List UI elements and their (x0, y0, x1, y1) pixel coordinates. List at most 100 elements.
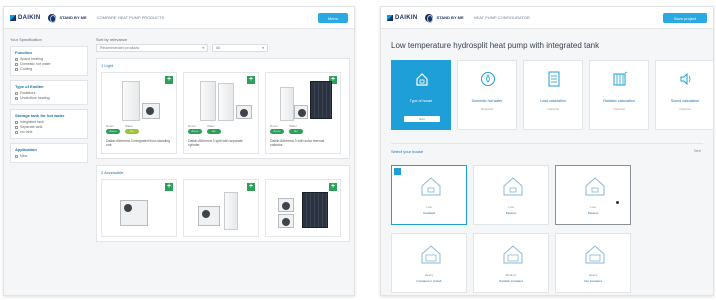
house-option-sub: Partially insulated (499, 279, 523, 283)
house-option-label: Medium (505, 273, 517, 277)
house-option[interactable]: Heavy Insulated or prefab (391, 233, 467, 293)
house-option-label: Heavy (424, 273, 434, 277)
product-card[interactable]: + Room A+++ Water A+ Daikin Altherma 3 spl… (183, 72, 259, 154)
next-link[interactable]: Next (694, 149, 701, 153)
view-value: All (216, 46, 220, 50)
house-option[interactable]: Low Insulated (391, 165, 467, 225)
checkbox[interactable] (15, 92, 18, 95)
house-option-label: Low (590, 205, 596, 209)
house-option-sub: Insulated (422, 211, 436, 215)
product-card[interactable]: + (101, 179, 177, 237)
checkbox[interactable] (15, 131, 18, 134)
filter-application: Application New (10, 143, 88, 163)
house-icon (421, 177, 441, 196)
step-sound-calculation[interactable]: Sound calculation Optional (655, 60, 713, 130)
product-description: Daikin Altherma 3 integrated floor-stand… (106, 139, 171, 148)
season-label: Water (289, 124, 297, 128)
house-option[interactable]: Low Passive (473, 165, 549, 225)
step-label: Sound calculation (670, 99, 700, 103)
house-option[interactable]: Medium Partially insulated (473, 233, 549, 293)
filter-heading[interactable]: Type of Emitter (15, 84, 83, 89)
filter-heading[interactable]: Function (15, 50, 83, 55)
step-load-calculation[interactable]: Load calculation Optional (523, 60, 583, 130)
house-icon (416, 73, 428, 86)
filter-emitter: Type of Emitter Radiators Underfloor hea… (10, 80, 88, 105)
product-image (108, 192, 172, 232)
selected-check-icon (394, 168, 401, 175)
filter-option[interactable]: No tank (15, 130, 83, 135)
house-option[interactable]: Low Passive (555, 165, 631, 225)
energy-rating-badge: A+++ (188, 129, 202, 134)
product-group: 1 Light + Room A+++ Water A+ Daikin Alther… (96, 58, 350, 159)
product-description: Daikin Altherma 3 with solar thermal col… (270, 139, 325, 148)
daikin-logo[interactable]: DAIKIN (387, 14, 418, 21)
mouse-cursor-icon (616, 201, 619, 204)
step-type-of-house[interactable]: Type of house Edit (391, 60, 451, 130)
checkbox[interactable] (15, 58, 18, 61)
checkbox[interactable] (15, 97, 18, 100)
house-type-options: Low Insulated Low Passive Low Passive He… (391, 165, 711, 293)
filter-storage-tank: Storage tank for hot water Integrated ta… (10, 109, 88, 139)
divider (391, 143, 703, 144)
tool-name: STAND BY ME (436, 15, 464, 20)
product-card[interactable]: + (183, 179, 259, 237)
tool-name: STAND BY ME (59, 15, 87, 20)
season-label: Water (125, 124, 133, 128)
step-status: Required (480, 107, 494, 111)
house-option[interactable]: Heavy Not insulated (555, 233, 631, 293)
product-card[interactable]: + (265, 179, 341, 237)
season-label: Water (207, 124, 215, 128)
calculator-icon (548, 71, 560, 87)
rating-label: Room (106, 124, 115, 128)
daikin-logo[interactable]: DAIKIN (10, 14, 41, 21)
checkbox[interactable] (15, 63, 18, 66)
energy-rating-badge: A+ (207, 129, 221, 134)
top-bar: DAIKIN STAND BY ME HEAT PUMP CONFIGURATO… (381, 7, 713, 29)
product-image (190, 81, 254, 121)
energy-rating-badge: A+++ (270, 129, 284, 134)
tool-subtitle: COMPARE HEAT PUMP PRODUCTS (96, 15, 165, 20)
sort-select[interactable]: Recommended products ▾ (96, 44, 208, 52)
step-domestic-hot-water[interactable]: Domestic hot water Required (457, 60, 517, 130)
logo-mark-icon (10, 14, 16, 21)
product-card[interactable]: + Room A+++ Water A+ Daikin Altherma 3 int… (101, 72, 177, 154)
tap-water-icon (481, 72, 495, 86)
product-image (190, 192, 254, 232)
filter-heading[interactable]: Application (15, 147, 83, 152)
filter-heading[interactable]: Storage tank for hot water (15, 113, 83, 118)
sidebar-title: Your Specification (10, 37, 42, 42)
product-image (272, 192, 336, 232)
logo-text: DAIKIN (395, 14, 418, 21)
logo-mark-icon (387, 14, 393, 21)
house-icon (585, 177, 605, 196)
edit-button[interactable]: Edit (404, 116, 440, 122)
checkbox[interactable] (15, 126, 18, 129)
view-select[interactable]: All ▾ (212, 44, 268, 52)
rating-label: Room (188, 124, 197, 128)
product-image (272, 81, 336, 121)
step-radiator-calculation[interactable]: Radiator calculation Optional (589, 60, 649, 130)
house-icon (585, 245, 605, 264)
filter-option[interactable]: Cooling (15, 67, 83, 72)
step-label: Type of house (409, 99, 433, 103)
product-group: 2 Accessible + + + (96, 165, 350, 242)
product-description: Daikin Altherma 3 split with separate cy… (188, 139, 243, 148)
save-project-button[interactable]: Save project (663, 13, 707, 23)
add-to-compare-icon[interactable]: + (247, 183, 255, 191)
checkbox[interactable] (15, 68, 18, 71)
checkbox[interactable] (15, 155, 18, 158)
menu-button[interactable]: Menu (318, 13, 348, 23)
filter-option[interactable]: New (15, 154, 83, 159)
add-to-compare-icon[interactable]: + (165, 183, 173, 191)
product-card[interactable]: + Room A+++ Water A+ Daikin Altherma 3 wit… (265, 72, 341, 154)
filter-option[interactable]: Underfloor heating (15, 96, 83, 101)
sort-value: Recommended products (100, 46, 140, 50)
checkbox[interactable] (15, 121, 18, 124)
radiator-icon (613, 71, 628, 86)
group-title: 2 Accessible (101, 170, 124, 175)
logo-text: DAIKIN (18, 14, 41, 21)
product-image (108, 81, 172, 121)
house-option-label: Low (426, 205, 432, 209)
house-icon (421, 245, 441, 264)
add-to-compare-icon[interactable]: + (329, 183, 337, 191)
